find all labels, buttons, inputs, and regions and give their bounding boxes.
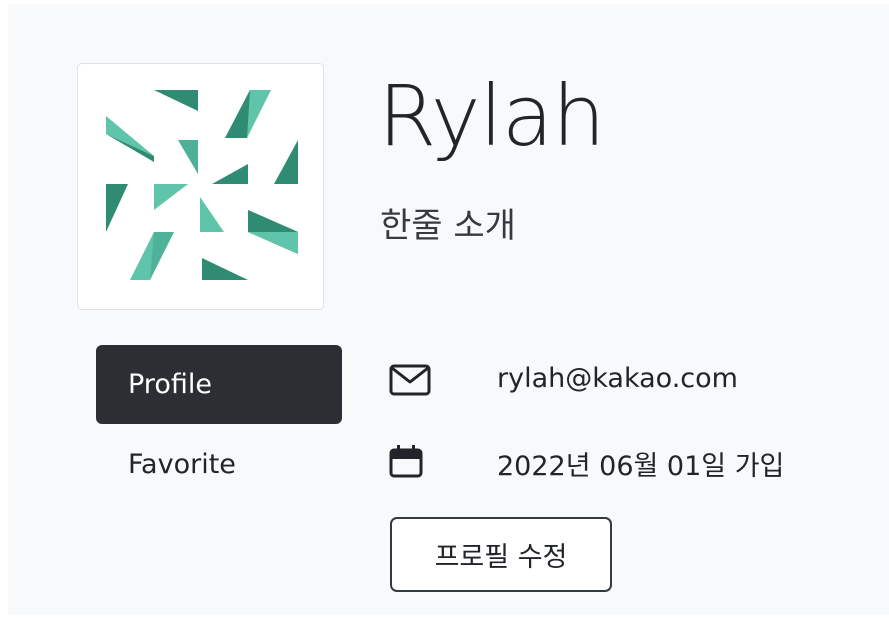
edit-profile-button[interactable]: 프로필 수정 (390, 517, 612, 592)
calendar-icon (389, 445, 423, 478)
sidebar-item-favorite[interactable]: Favorite (96, 425, 342, 504)
envelope-icon (389, 364, 431, 396)
joined-date-text: 2022년 06월 01일 가입 (497, 451, 785, 482)
identicon-avatar-icon (106, 90, 298, 280)
profile-bio: 한줄 소개 (380, 206, 516, 246)
avatar (77, 63, 324, 310)
profile-username: Rylah (378, 67, 606, 165)
email-text: rylah@kakao.com (497, 363, 738, 394)
sidebar-item-profile[interactable]: Profile (96, 345, 342, 424)
